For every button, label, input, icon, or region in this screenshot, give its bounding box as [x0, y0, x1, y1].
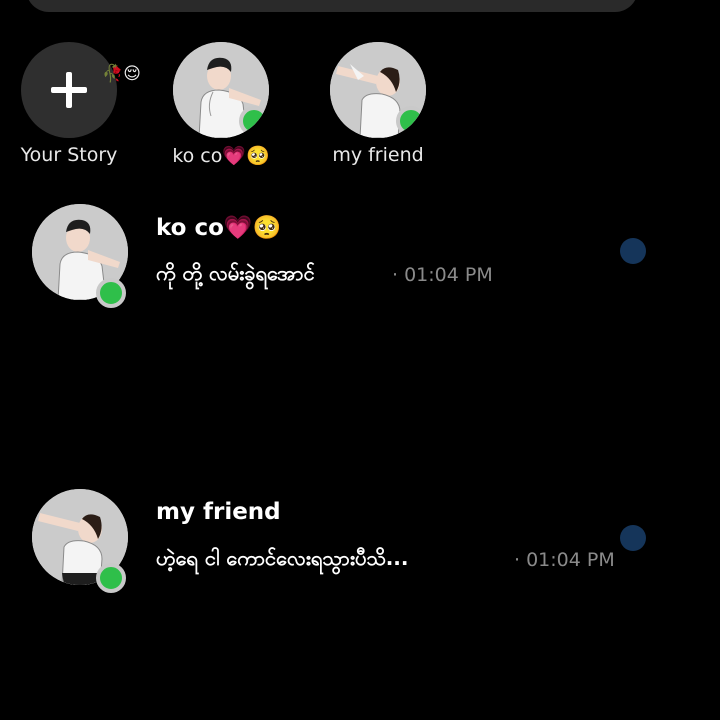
avatar: [330, 42, 426, 138]
story-your-story[interactable]: 🥀😌 Your Story: [14, 42, 141, 166]
search-bar[interactable]: [26, 0, 638, 12]
story-label: my friend: [332, 144, 424, 166]
chat-timestamp: · 01:04 PM: [514, 549, 615, 571]
online-status-dot: [239, 106, 269, 136]
story-ko-co[interactable]: ko co💗🥺: [166, 42, 276, 167]
plus-icon: [51, 72, 87, 108]
chat-row-ko-co[interactable]: ko co💗🥺 ကို တို့ လမ်းခွဲရအောင် · 01:04 P…: [0, 204, 720, 314]
online-status-dot: [396, 106, 426, 136]
chat-name: ko co💗🥺: [156, 215, 282, 241]
add-story-button[interactable]: 🥀😌: [21, 42, 141, 138]
online-status-dot: [96, 278, 126, 308]
unread-indicator: [620, 238, 646, 264]
story-label: Your Story: [20, 144, 118, 166]
chat-name: my friend: [156, 499, 281, 525]
chat-timestamp: · 01:04 PM: [392, 264, 493, 286]
avatar: [173, 42, 269, 138]
story-label: ko co💗🥺: [172, 145, 270, 167]
unread-indicator: [620, 525, 646, 551]
messenger-chats-screen: 🥀😌 Your Story ko co💗🥺 my friend ko co💗🥺 …: [0, 0, 720, 720]
chat-last-message: ဟဲ့ရေ ငါ ကောင်လေးရသွားပီသိ...: [156, 546, 409, 570]
chat-row-my-friend[interactable]: my friend ဟဲ့ရေ ငါ ကောင်လေးရသွားပီသိ... …: [0, 489, 720, 599]
online-status-dot: [96, 563, 126, 593]
story-my-friend[interactable]: my friend: [323, 42, 433, 166]
chat-last-message: ကို တို့ လမ်းခွဲရအောင်: [156, 261, 315, 285]
story-emoji: 🥀😌: [102, 64, 141, 84]
